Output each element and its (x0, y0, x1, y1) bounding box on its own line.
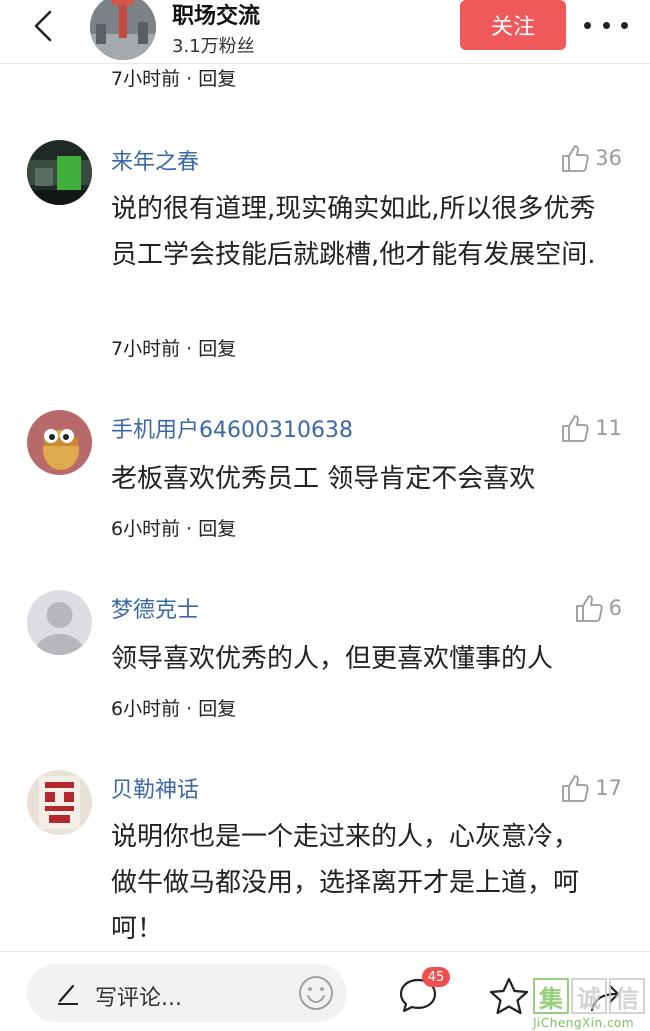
comment-count-badge: 45 (422, 967, 450, 987)
comment-placeholder: 写评论... (95, 986, 182, 1011)
channel-name[interactable]: 职场交流 (172, 0, 260, 30)
more-options-icon[interactable] (584, 10, 628, 40)
emoji-icon[interactable] (297, 974, 335, 1012)
thumbs-up-icon (562, 145, 589, 172)
username[interactable]: 梦德克士 (111, 592, 199, 624)
like-count: 11 (595, 416, 622, 440)
channel-avatar[interactable] (90, 0, 156, 60)
username[interactable]: 贝勒神话 (111, 772, 199, 804)
top-bar: 职场交流 3.1万粉丝 关注 (0, 0, 650, 64)
comment-text: 领导喜欢优秀的人，但更喜欢懂事的人 (111, 644, 554, 674)
thumbs-up-icon (562, 775, 589, 802)
like-button[interactable]: 11 (559, 412, 622, 444)
like-count: 36 (595, 146, 622, 170)
comment-meta[interactable]: 6小时前 · 回复 (111, 694, 236, 721)
like-button[interactable]: 17 (559, 772, 622, 804)
comment-text: 说的很有道理,现实确实如此,所以很多优秀员工学会技能后就跳槽,他才能有发展空间. (111, 194, 596, 270)
bottom-action-bar: 写评论... 45 (0, 951, 650, 1031)
thumbs-up-icon (562, 415, 589, 442)
comment-text: 说明你也是一个走过来的人，心灰意冷，做牛做马都没用，选择离开才是上道，呵呵！ (111, 822, 580, 944)
pencil-icon (58, 984, 78, 1005)
user-avatar[interactable] (27, 590, 92, 655)
like-button[interactable]: 36 (559, 142, 622, 174)
comment-meta[interactable]: 7小时前 · 回复 (111, 64, 236, 91)
fans-count: 3.1万粉丝 (172, 36, 255, 57)
user-avatar[interactable] (27, 140, 92, 205)
comment-input[interactable]: 写评论... (27, 964, 347, 1022)
username[interactable]: 来年之春 (111, 144, 199, 176)
like-count: 6 (608, 596, 622, 620)
follow-button[interactable]: 关注 (460, 0, 566, 50)
comment-meta[interactable]: 6小时前 · 回复 (111, 514, 236, 541)
like-button[interactable]: 6 (573, 592, 622, 624)
user-avatar[interactable] (27, 410, 92, 475)
back-arrow-icon[interactable] (28, 8, 64, 44)
username[interactable]: 手机用户64600310638 (111, 412, 353, 444)
comment-meta[interactable]: 7小时前 · 回复 (111, 334, 236, 361)
favorite-star-icon[interactable] (488, 976, 530, 1016)
thumbs-up-icon (575, 595, 603, 622)
share-icon[interactable] (586, 976, 626, 1014)
user-avatar[interactable] (27, 770, 92, 835)
comment-text: 老板喜欢优秀员工 领导肯定不会喜欢 (111, 464, 536, 494)
like-count: 17 (595, 776, 622, 800)
